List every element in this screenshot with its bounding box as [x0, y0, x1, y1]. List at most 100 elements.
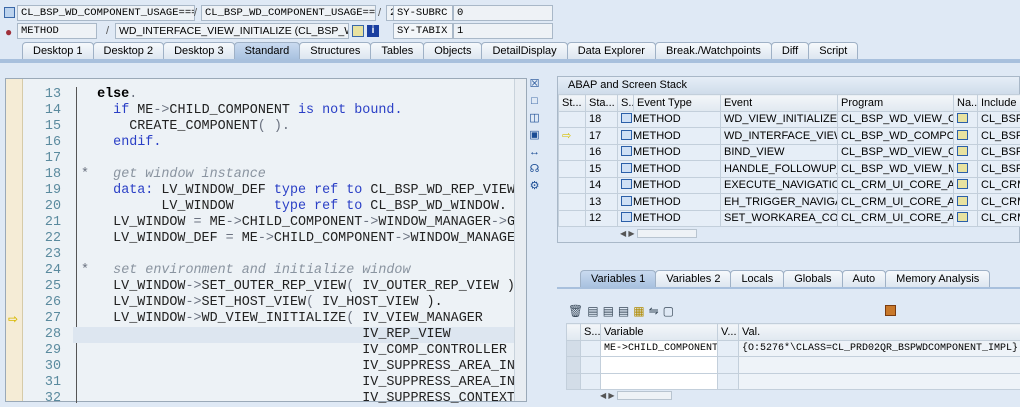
column-header[interactable]: Variable — [601, 324, 718, 341]
event-type-field[interactable]: METHOD — [17, 23, 97, 39]
transfer-icon[interactable]: ▤ — [603, 304, 618, 318]
code-line[interactable]: 22 LV_WINDOW_DEF = ME->CHILD_COMPONENT->… — [6, 231, 526, 247]
event-cell[interactable]: HANDLE_FOLLOWUP_NA... — [721, 161, 838, 178]
code-line[interactable]: 13 else. — [6, 87, 526, 103]
folder-icon[interactable]: ▢ — [663, 304, 678, 318]
column-header[interactable]: Event Type — [634, 95, 721, 112]
code-line[interactable]: 20 LV_WINDOW type ref to CL_BSP_WD_WINDO… — [6, 199, 526, 215]
navigate-cell[interactable] — [954, 177, 978, 194]
navigate-cell[interactable] — [954, 161, 978, 178]
code-line[interactable]: 18* get window instance — [6, 167, 526, 183]
tab-diff[interactable]: Diff — [771, 42, 809, 59]
tab-structures[interactable]: Structures — [299, 42, 371, 59]
event-cell[interactable]: WD_INTERFACE_VIEW_I... — [721, 128, 838, 145]
tab-tables[interactable]: Tables — [370, 42, 424, 59]
column-header[interactable]: S.. — [618, 95, 634, 112]
event-field[interactable]: WD_INTERFACE_VIEW_INITIALIZE (CL_BSP_WD_… — [115, 23, 349, 39]
swap-icon[interactable]: ↔ — [528, 146, 541, 159]
tab-break-watchpoints[interactable]: Break./Watchpoints — [655, 42, 772, 59]
close-icon[interactable]: ☒ — [528, 78, 541, 91]
stack-row[interactable]: 14METHODEXECUTE_NAVIGATIONCL_CRM_UI_CORE… — [559, 177, 1020, 194]
variable-row[interactable]: ME->CHILD_COMPONENT {O:5276*\CLASS=CL_PRD… — [567, 340, 1020, 357]
code-line[interactable]: 25 LV_WINDOW->SET_OUTER_REP_VIEW( IV_OUT… — [6, 279, 526, 295]
tab-script[interactable]: Script — [808, 42, 858, 59]
event-cell[interactable]: EXECUTE_NAVIGATION — [721, 177, 838, 194]
column-header[interactable]: Sta... — [586, 95, 618, 112]
new-tool-icon[interactable]: □ — [528, 95, 541, 108]
tab-data-explorer[interactable]: Data Explorer — [567, 42, 656, 59]
replace-tool-icon[interactable]: ◫ — [528, 112, 541, 125]
code-line[interactable]: 28 IV_REP_VIEW — [73, 327, 516, 343]
program-field[interactable]: CL_BSP_WD_COMPONENT_USAGE====_ — [17, 5, 195, 21]
fullscreen-icon[interactable]: ▣ — [528, 129, 541, 142]
navigate-icon[interactable] — [352, 25, 364, 37]
navigate-cell[interactable] — [954, 128, 978, 145]
tab-desktop-2[interactable]: Desktop 2 — [93, 42, 165, 59]
details-icon[interactable]: ▤ — [587, 304, 602, 318]
navigate-icon[interactable] — [957, 179, 968, 189]
variables-hscroll[interactable]: ◀ ▶ — [600, 391, 672, 400]
navigate-icon[interactable] — [957, 196, 968, 206]
tab-desktop-3[interactable]: Desktop 3 — [163, 42, 235, 59]
tab-objects[interactable]: Objects — [423, 42, 482, 59]
column-header[interactable]: V... — [718, 324, 739, 341]
code-line[interactable]: 24* set environment and initialize windo… — [6, 263, 526, 279]
variable-row[interactable] — [567, 373, 1020, 390]
variable-value[interactable] — [739, 357, 1020, 374]
variable-row[interactable] — [567, 357, 1020, 374]
code-line[interactable]: 26 LV_WINDOW->SET_HOST_VIEW( IV_HOST_VIE… — [6, 295, 526, 311]
save-icon[interactable]: ▤ — [618, 304, 633, 318]
event-cell[interactable]: BIND_VIEW — [721, 144, 838, 161]
column-header[interactable]: St... — [559, 95, 586, 112]
code-line[interactable]: 27 LV_WINDOW->WD_VIEW_INITIALIZE( IV_VIE… — [6, 311, 526, 327]
event-cell[interactable]: SET_WORKAREA_CONT... — [721, 210, 838, 227]
usb-icon[interactable]: ⇋ — [649, 304, 663, 318]
settings-icon[interactable]: ⚙ — [528, 180, 541, 193]
row-selector[interactable] — [567, 373, 581, 390]
navigate-cell[interactable] — [954, 194, 978, 211]
code-line[interactable]: 23 — [6, 247, 526, 263]
navigate-cell[interactable] — [954, 111, 978, 128]
code-line[interactable]: 32 IV_SUPPRESS_CONTEXT — [6, 391, 526, 407]
navigate-cell[interactable] — [954, 210, 978, 227]
variable-value[interactable]: {O:5276*\CLASS=CL_PRD02QR_BSPWDCOMPONENT… — [739, 340, 1020, 357]
navigate-cell[interactable] — [954, 144, 978, 161]
code-line[interactable]: 31 IV_SUPPRESS_AREA_IN — [6, 375, 526, 391]
column-header[interactable]: Program — [838, 95, 954, 112]
navigate-icon[interactable] — [957, 146, 968, 156]
tab-variables-1[interactable]: Variables 1 — [580, 270, 656, 287]
column-header[interactable]: Event — [721, 95, 838, 112]
tab-desktop-1[interactable]: Desktop 1 — [22, 42, 94, 59]
tab-memory-analysis[interactable]: Memory Analysis — [885, 270, 990, 287]
code-line[interactable]: 19 data: LV_WINDOW_DEF type ref to CL_BS… — [6, 183, 526, 199]
navigate-icon[interactable] — [957, 163, 968, 173]
code-line[interactable]: 21 LV_WINDOW = ME->CHILD_COMPONENT->WIND… — [6, 215, 526, 231]
tab-variables-2[interactable]: Variables 2 — [655, 270, 731, 287]
hierarchy-icon[interactable]: ▦ — [633, 304, 648, 318]
code-line[interactable]: 17 — [6, 151, 526, 167]
row-selector[interactable] — [567, 340, 581, 357]
tab-detaildisplay[interactable]: DetailDisplay — [481, 42, 567, 59]
source-editor[interactable]: 13 else.14 if ME->CHILD_COMPONENT is not… — [5, 78, 527, 402]
navigate-icon[interactable] — [957, 212, 968, 222]
tab-locals[interactable]: Locals — [730, 270, 784, 287]
event-cell[interactable]: EH_TRIGGER_NAVIGATI... — [721, 194, 838, 211]
editor-scrollbar[interactable] — [514, 79, 526, 401]
navigate-icon[interactable] — [957, 130, 968, 140]
column-header[interactable]: Include — [978, 95, 1020, 112]
variable-name-input[interactable]: ME->CHILD_COMPONENT — [601, 340, 718, 357]
column-header[interactable]: S... — [581, 324, 601, 341]
column-header[interactable]: Val. — [739, 324, 1020, 341]
code-line[interactable]: 15 CREATE_COMPONENT( ). — [6, 119, 526, 135]
event-cell[interactable]: WD_VIEW_INITIALIZE — [721, 111, 838, 128]
stack-row[interactable]: 15METHODHANDLE_FOLLOWUP_NA...CL_BSP_WD_V… — [559, 161, 1020, 178]
sy-tabix-value[interactable]: 1 — [453, 23, 553, 39]
variable-value[interactable] — [739, 373, 1020, 390]
row-selector-header[interactable] — [567, 324, 581, 341]
stack-row[interactable]: 12METHODSET_WORKAREA_CONT...CL_CRM_UI_CO… — [559, 210, 1020, 227]
info-icon[interactable]: i — [367, 25, 379, 37]
stack-row[interactable]: 18METHODWD_VIEW_INITIALIZECL_BSP_WD_VIEW… — [559, 111, 1020, 128]
row-selector[interactable] — [567, 357, 581, 374]
services-icon[interactable]: ☊ — [528, 163, 541, 176]
variable-name-input[interactable] — [601, 373, 718, 390]
